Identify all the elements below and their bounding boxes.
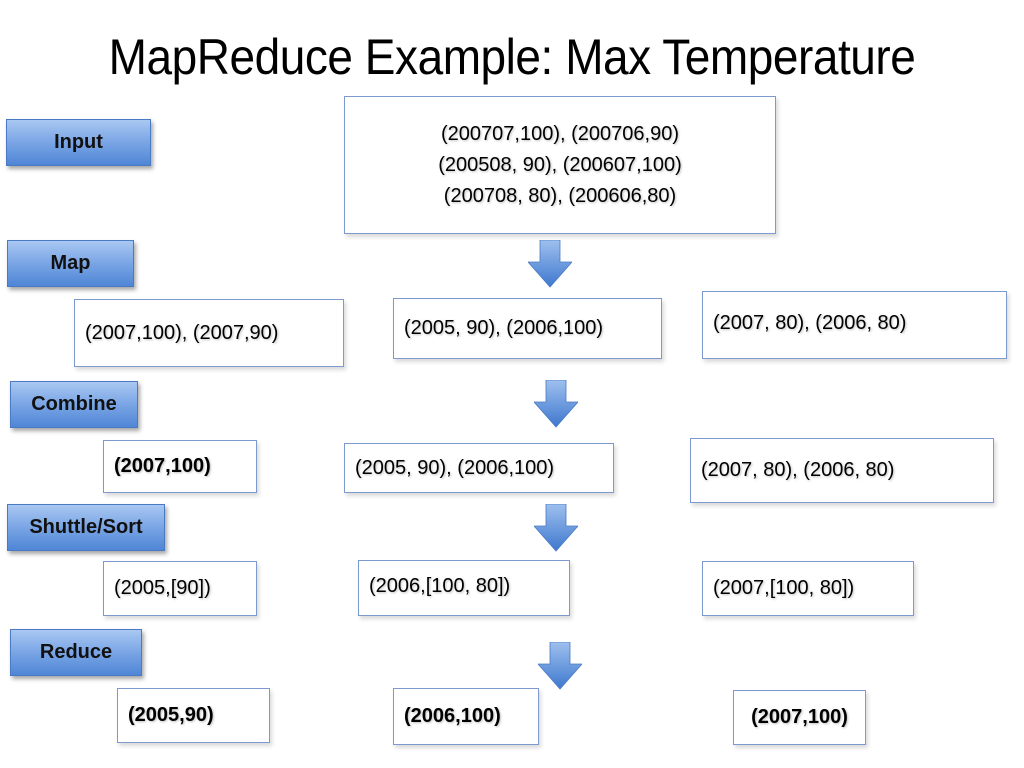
reduce-output-box: (2005,90) [117,688,270,743]
stage-label-text: Reduce [39,641,113,663]
shuffle-output-box: (2007,[100, 80]) [702,561,914,616]
input-record-line: (200508, 90), (200607,100) [438,153,682,176]
stage-label-combine: Combine [10,381,138,428]
stage-label-text: Input [54,131,103,153]
input-records-box: (200707,100), (200706,90) (200508, 90), … [344,96,776,234]
page-title: MapReduce Example: Max Temperature [108,29,916,85]
stage-label-input: Input [6,119,151,166]
down-arrow-icon [534,380,578,428]
combine-output-box: (2007, 80), (2006, 80) [690,438,994,503]
stage-label-shuffle-sort: Shuttle/Sort [7,504,165,551]
input-record-line: (200708, 80), (200606,80) [443,184,677,207]
map-output-box: (2005, 90), (2006,100) [393,298,662,359]
shuffle-output-box: (2005,[90]) [103,561,257,616]
map-output-box: (2007, 80), (2006, 80) [702,291,1007,359]
stage-label-text: Shuttle/Sort [29,516,143,538]
map-output-box: (2007,100), (2007,90) [74,299,344,367]
down-arrow-icon [538,642,582,690]
reduce-output-box: (2007,100) [733,690,866,745]
stage-label-text: Combine [31,393,117,415]
down-arrow-icon [534,504,578,552]
shuffle-output-box: (2006,[100, 80]) [358,560,570,616]
combine-output-box: (2007,100) [103,440,257,493]
stage-label-text: Map [50,252,91,274]
combine-output-box: (2005, 90), (2006,100) [344,443,614,493]
input-record-line: (200707,100), (200706,90) [441,122,679,145]
reduce-output-box: (2006,100) [393,688,539,745]
stage-label-map: Map [7,240,134,287]
down-arrow-icon [528,240,572,288]
stage-label-reduce: Reduce [10,629,142,676]
